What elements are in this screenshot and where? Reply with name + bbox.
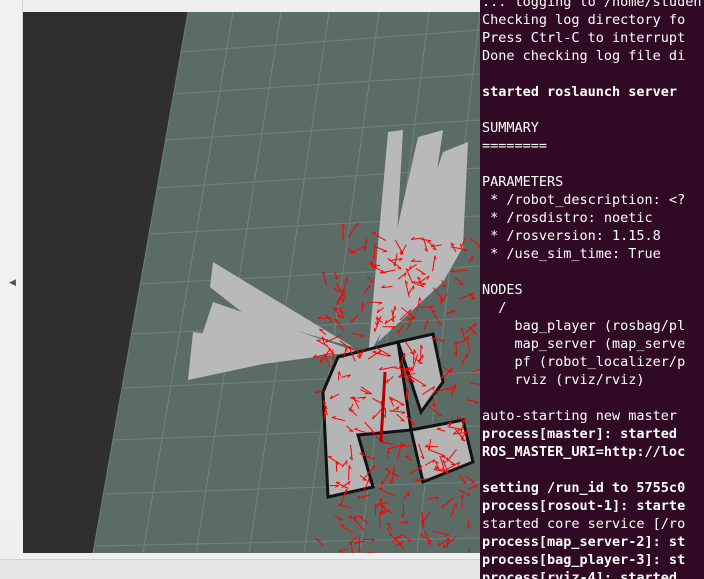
particle-arrowhead — [346, 489, 348, 494]
terminal-line: auto-starting new master — [482, 408, 678, 424]
rviz-3d-viewport[interactable] — [23, 12, 480, 553]
terminal-line: * /rosdistro: noetic — [482, 210, 653, 226]
terminal-line: SUMMARY — [482, 120, 539, 136]
terminal-line: setting /run_id to 5755c0 — [482, 480, 686, 496]
terminal-line: process[bag_player-3]: st — [482, 552, 686, 568]
particle-arrowhead — [455, 503, 458, 508]
map-render — [92, 12, 480, 553]
particle-arrowhead — [359, 452, 364, 454]
particle-arrowhead — [450, 463, 455, 466]
terminal-line: map_server (map_serve — [482, 336, 686, 352]
terminal-line: Press Ctrl-C to interrupt — [482, 30, 686, 46]
particle-arrowhead — [382, 250, 387, 253]
particle-arrowhead — [349, 430, 354, 432]
chevron-left-icon[interactable]: ◀ — [9, 276, 17, 290]
particle-arrowhead — [397, 267, 402, 269]
terminal-line: rviz (rviz/rviz) — [482, 372, 645, 388]
displays-panel-collapsed[interactable]: ◀ — [0, 0, 23, 520]
particle-arrowhead — [458, 283, 463, 285]
terminal-line: pf (robot_localizer/p — [482, 354, 686, 370]
particle-arrow — [362, 538, 375, 541]
terminal-line: process[rosout-1]: starte — [482, 498, 686, 514]
particle-arrow — [348, 465, 350, 481]
terminal-line: ROS_MASTER_URI=http://loc — [482, 444, 686, 460]
particle-arrowhead — [368, 478, 370, 483]
particle-arrowhead — [346, 460, 348, 465]
rviz-status-bar — [0, 559, 480, 579]
terminal-line: bag_player (rosbag/pl — [482, 318, 686, 334]
terminal-line: * /robot_description: <? — [482, 192, 686, 208]
particle-arrowhead — [472, 332, 477, 334]
terminal-line: process[master]: started — [482, 426, 678, 442]
terminal-line: ======== — [482, 138, 548, 154]
particle-arrowhead — [410, 316, 415, 319]
terminal-line: Done checking log file di — [482, 48, 686, 64]
terminal-line: ... logging to /home/student/.ros/log — [482, 0, 704, 10]
particle-arrowhead — [404, 352, 406, 357]
terminal-window[interactable]: ... logging to /home/student/.ros/log Che… — [480, 0, 704, 579]
particle-arrowhead — [373, 465, 376, 470]
terminal-line: started core service [/ro — [482, 516, 686, 532]
terminal-line: * /rosversion: 1.15.8 — [482, 228, 661, 244]
terminal-line: NODES — [482, 282, 523, 298]
terminal-output: ... logging to /home/student/.ros/log Che… — [482, 0, 704, 579]
particle-arrowhead — [441, 455, 446, 458]
rviz-window: ◀ — [0, 0, 480, 579]
terminal-line: * /use_sim_time: True — [482, 246, 661, 262]
particle-arrowhead — [437, 414, 442, 417]
terminal-line: process[map_server-2]: st — [482, 534, 686, 550]
particle-arrowhead — [362, 479, 367, 481]
terminal-line: Checking log directory fo — [482, 12, 686, 28]
particle-arrow — [367, 301, 383, 304]
particle-arrowhead — [349, 541, 351, 546]
terminal-line: process[rviz-4]: started — [482, 570, 678, 579]
terminal-line: PARAMETERS — [482, 174, 564, 190]
terminal-line: started roslaunch server — [482, 84, 678, 100]
terminal-line: / — [482, 300, 507, 316]
